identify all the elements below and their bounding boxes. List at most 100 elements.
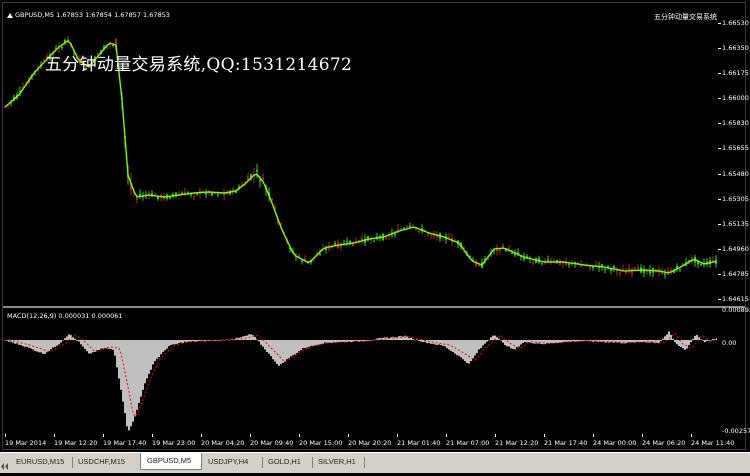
- macd-histogram-bar: [624, 340, 626, 344]
- macd-histogram-bar: [540, 340, 542, 344]
- time-axis-label: 21 Mar 12:20: [495, 439, 539, 447]
- macd-histogram-bar: [544, 340, 546, 345]
- macd-histogram-bar: [256, 339, 258, 340]
- candle-body: [442, 239, 444, 241]
- macd-histogram-bar: [310, 340, 312, 346]
- macd-histogram-bar: [290, 340, 292, 357]
- macd-histogram-bar: [44, 340, 46, 354]
- time-axis-label: 20 Mar 15:00: [299, 439, 343, 447]
- price-axis-tick: [718, 173, 721, 175]
- price-axis-label: 1.66175: [722, 69, 749, 78]
- macd-histogram-bar: [386, 337, 388, 340]
- macd-histogram-bar: [268, 340, 270, 354]
- macd-histogram-bar: [422, 340, 424, 343]
- price-axis-tick: [718, 98, 721, 100]
- macd-histogram-bar: [658, 340, 660, 344]
- macd-histogram-bar: [446, 340, 448, 349]
- macd-histogram-bar: [132, 340, 134, 422]
- time-axis-tick: [397, 434, 398, 437]
- macd-histogram-bar: [94, 340, 96, 352]
- pane-separator[interactable]: [3, 306, 745, 308]
- candle-body: [595, 264, 597, 266]
- candle-body: [346, 241, 348, 243]
- macd-histogram-bar: [412, 339, 414, 340]
- candle-body: [511, 253, 513, 255]
- macd-histogram-bar: [50, 340, 52, 350]
- time-axis-tick: [299, 434, 300, 437]
- price-axis-tick: [718, 198, 721, 200]
- macd-histogram-bar: [482, 340, 484, 346]
- macd-histogram-bar: [408, 338, 410, 340]
- macd-histogram-bar: [710, 340, 712, 341]
- macd-histogram-bar: [140, 340, 142, 397]
- macd-histogram-bar: [130, 340, 132, 427]
- macd-histogram-bar: [98, 340, 100, 351]
- macd-pane[interactable]: [3, 309, 717, 434]
- macd-histogram-bar: [664, 336, 666, 340]
- macd-histogram-bar: [420, 340, 422, 342]
- time-axis-tick: [250, 434, 251, 437]
- time-axis-tick: [642, 434, 643, 437]
- macd-histogram-bar: [660, 340, 662, 341]
- tab-scroll-left-icon[interactable]: [0, 457, 10, 470]
- tab-gbpusd-m5[interactable]: GBPUSD,M5: [140, 453, 202, 470]
- tab-silver-h1[interactable]: SILVER,H1: [312, 455, 364, 469]
- macd-histogram-bar: [142, 340, 144, 390]
- tab-eurusd-m15[interactable]: EURUSD,M15: [10, 455, 72, 469]
- candle-body: [409, 225, 411, 228]
- time-axis-label: 19 Mar 23:00: [152, 439, 196, 447]
- macd-histogram-bar: [714, 339, 716, 340]
- macd-histogram-bar: [356, 340, 358, 341]
- time-axis-label: 24 Mar 11:40: [691, 439, 735, 447]
- chart-tabs-bar: EURUSD,M15 USDCHF,M15 GBPUSD,M5 USDJPY,H4 GO…: [0, 452, 750, 473]
- macd-histogram-bar: [174, 340, 176, 345]
- macd-histogram-bar: [260, 340, 262, 345]
- macd-histogram-bar: [188, 340, 190, 342]
- price-axis-label: 1.64785: [722, 269, 749, 278]
- macd-histogram-bar: [620, 340, 622, 344]
- macd-histogram-bar: [320, 340, 322, 345]
- candle-body: [610, 269, 612, 271]
- candle-body: [568, 263, 570, 265]
- indicator-name-label: 五分钟动量交易系统: [654, 13, 717, 21]
- chart-window[interactable]: 1.66530 1.66350 1.66175 1.66000 1.65830 1.656…: [0, 0, 750, 452]
- macd-histogram-bar: [394, 337, 396, 340]
- macd-histogram-bar: [180, 340, 182, 343]
- macd-histogram-bar: [678, 340, 680, 347]
- time-axis-label: 19 Mar 12:20: [54, 439, 98, 447]
- macd-histogram-bar: [686, 340, 688, 349]
- macd-histogram-bar: [14, 340, 16, 344]
- candle-body: [571, 264, 573, 266]
- macd-histogram-bar: [74, 338, 76, 340]
- macd-histogram-bar: [104, 340, 106, 348]
- macd-histogram-bar: [32, 340, 34, 350]
- macd-histogram-bar: [176, 340, 178, 344]
- macd-histogram-bar: [60, 340, 62, 343]
- tab-usdchf-m15[interactable]: USDCHF,M15: [72, 455, 140, 469]
- macd-histogram-bar: [324, 340, 326, 343]
- time-axis-tick: [348, 434, 349, 437]
- macd-histogram-bar: [314, 340, 316, 346]
- macd-histogram-bar: [144, 340, 146, 384]
- candle-body: [193, 195, 195, 197]
- macd-histogram-bar: [440, 340, 442, 346]
- macd-histogram-bar: [528, 340, 530, 343]
- macd-histogram-bar: [694, 335, 696, 340]
- macd-histogram-bar: [42, 340, 44, 354]
- candle-body: [319, 253, 321, 255]
- macd-histogram-bar: [632, 340, 634, 343]
- macd-histogram-bar: [276, 340, 278, 365]
- candle-body: [553, 260, 555, 262]
- macd-histogram-bar: [692, 338, 694, 340]
- macd-histogram-bar: [120, 340, 122, 390]
- macd-histogram-bar: [492, 335, 494, 340]
- macd-histogram-bar: [150, 340, 152, 370]
- tab-usdjpy-h4[interactable]: USDJPY,H4: [202, 455, 262, 469]
- macd-histogram-bar: [136, 340, 138, 410]
- time-axis-label: 21 Mar 01:40: [397, 439, 441, 447]
- macd-histogram-bar: [516, 340, 518, 348]
- candle-body: [619, 272, 621, 274]
- macd-histogram-bar: [474, 340, 476, 356]
- tab-gold-h1[interactable]: GOLD,H1: [262, 455, 312, 469]
- macd-histogram-bar: [708, 340, 710, 341]
